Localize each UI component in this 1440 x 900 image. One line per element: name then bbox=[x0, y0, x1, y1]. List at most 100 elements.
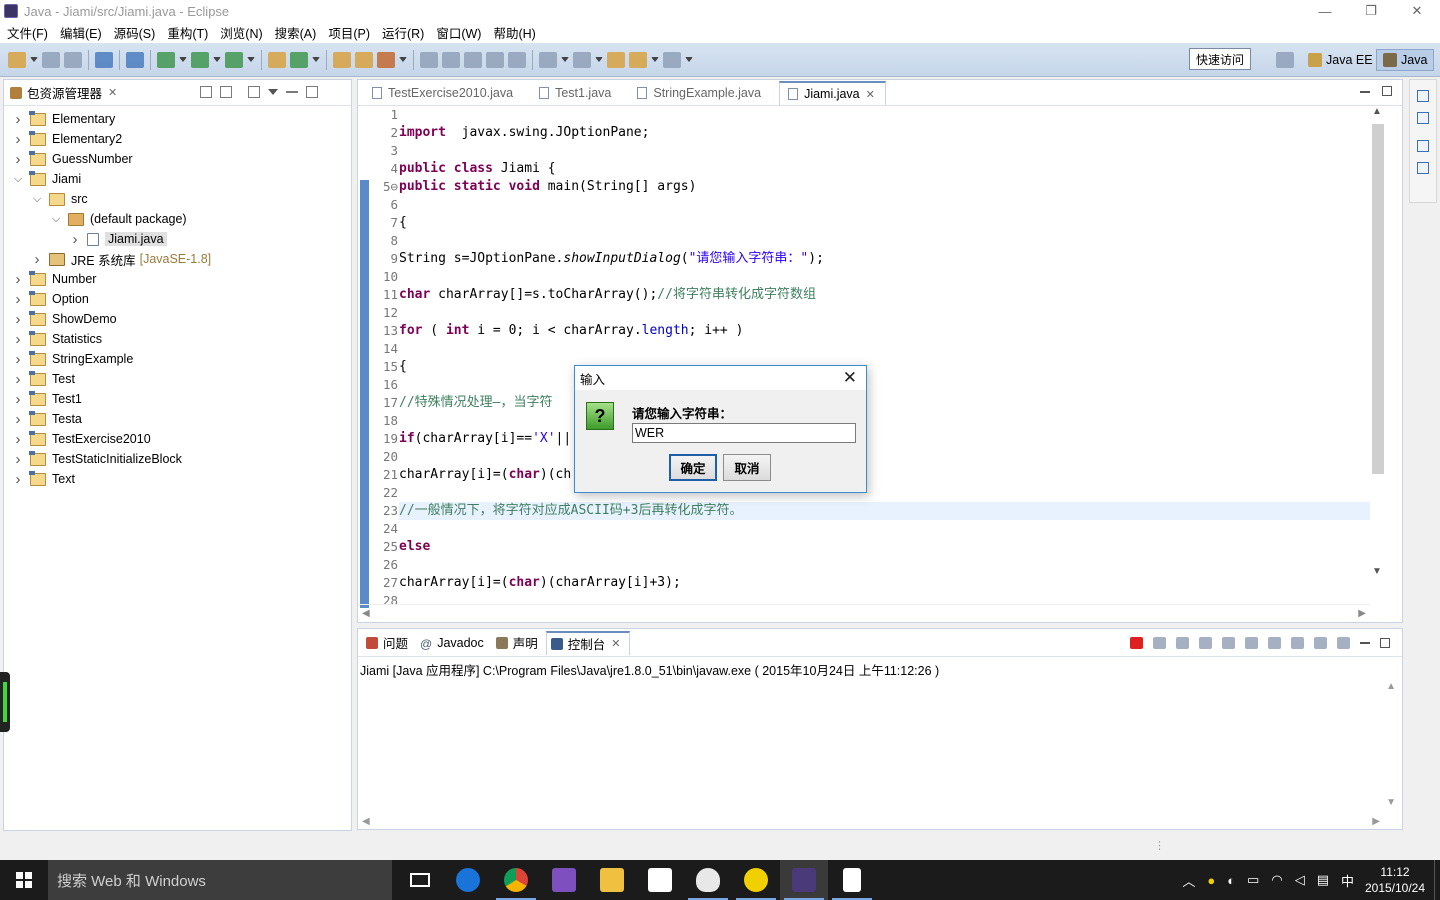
next-annotation-icon[interactable] bbox=[539, 51, 557, 68]
chevron-right-icon[interactable]: › bbox=[12, 351, 24, 368]
menu-refactor[interactable]: 重构(T) bbox=[162, 23, 215, 42]
open-type-icon[interactable] bbox=[333, 51, 351, 68]
toggle-mark-occurrences-icon[interactable] bbox=[420, 51, 438, 68]
tree-item[interactable]: › Elementary bbox=[4, 109, 351, 129]
ime-indicator[interactable]: 中 bbox=[1341, 871, 1354, 890]
menu-help[interactable]: 帮助(H) bbox=[488, 23, 542, 42]
maximize-editor-icon[interactable] bbox=[1382, 86, 1392, 96]
taskbar-app-file-explorer[interactable] bbox=[588, 860, 636, 900]
code-line[interactable]: charArray[i]=(char)(charArray[i]+3); bbox=[399, 574, 1370, 592]
show-on-stderr-icon[interactable] bbox=[1268, 637, 1281, 649]
tree-item[interactable]: › Testa bbox=[4, 409, 351, 429]
close-icon[interactable]: ✕ bbox=[108, 86, 117, 99]
restore-icon[interactable] bbox=[1417, 90, 1429, 102]
taskbar-app-edge[interactable] bbox=[444, 860, 492, 900]
chevron-right-icon[interactable]: › bbox=[12, 411, 24, 428]
menu-run[interactable]: 运行(R) bbox=[377, 23, 431, 42]
display-console-icon[interactable] bbox=[1314, 637, 1327, 649]
tab-declaration[interactable]: 声明 bbox=[492, 631, 546, 655]
tab-problems[interactable]: 问题 bbox=[362, 631, 416, 655]
code-line[interactable] bbox=[399, 520, 1370, 538]
code-line[interactable]: else bbox=[399, 538, 1370, 556]
chevron-right-icon[interactable]: › bbox=[31, 251, 43, 268]
terminate-icon[interactable] bbox=[1130, 637, 1143, 649]
remove-all-terminated-icon[interactable] bbox=[1176, 637, 1189, 649]
close-icon[interactable]: ✕ bbox=[866, 88, 875, 101]
collapse-all-icon[interactable] bbox=[200, 86, 212, 98]
new-java-project-icon[interactable] bbox=[268, 51, 286, 68]
debug-icon[interactable] bbox=[157, 51, 175, 68]
run-dropdown-icon[interactable] bbox=[213, 56, 221, 63]
volume-icon[interactable]: ◁ bbox=[1295, 872, 1305, 888]
forward-dropdown-icon[interactable] bbox=[685, 56, 693, 63]
package-explorer-tab[interactable]: 包资源管理器 ✕ bbox=[4, 80, 351, 106]
code-line[interactable] bbox=[399, 556, 1370, 574]
chevron-right-icon[interactable]: › bbox=[12, 131, 24, 148]
code-line[interactable] bbox=[399, 268, 1370, 286]
chevron-right-icon[interactable]: › bbox=[12, 371, 24, 388]
back-icon[interactable] bbox=[629, 51, 647, 68]
chevron-right-icon[interactable]: › bbox=[12, 471, 24, 488]
restore-icon[interactable] bbox=[1417, 140, 1429, 152]
code-line[interactable]: for ( int i = 0; i < charArray.length; i… bbox=[399, 322, 1370, 340]
chevron-right-icon[interactable]: › bbox=[12, 151, 24, 168]
taskbar-app-visual-studio[interactable] bbox=[540, 860, 588, 900]
editor-vertical-scrollbar[interactable]: ▲ ▼ bbox=[1370, 106, 1384, 596]
outline-icon[interactable] bbox=[1417, 162, 1429, 174]
action-center-icon[interactable]: ▤ bbox=[1317, 872, 1329, 888]
open-console-icon[interactable] bbox=[95, 51, 113, 68]
back-dropdown-icon[interactable] bbox=[651, 56, 659, 63]
open-task-icon[interactable] bbox=[355, 51, 373, 68]
code-line[interactable]: char charArray[]=s.toCharArray();//将字符串转… bbox=[399, 286, 1370, 304]
scroll-lock-icon[interactable] bbox=[1222, 637, 1235, 649]
taskbar-app-qq[interactable] bbox=[684, 860, 732, 900]
code-line[interactable] bbox=[399, 484, 1370, 502]
tree-item[interactable]: › Test1 bbox=[4, 389, 351, 409]
perspective-java[interactable]: Java bbox=[1376, 49, 1435, 71]
show-on-stdout-icon[interactable] bbox=[1245, 637, 1258, 649]
code-line[interactable]: { bbox=[399, 358, 1370, 376]
show-source-icon[interactable] bbox=[508, 51, 526, 68]
new-class-icon[interactable] bbox=[290, 51, 308, 68]
chevron-right-icon[interactable]: › bbox=[12, 291, 24, 308]
code-line[interactable] bbox=[399, 196, 1370, 214]
taskbar-app-eclipse[interactable] bbox=[780, 860, 828, 900]
code-line[interactable]: import javax.swing.JOptionPane; bbox=[399, 124, 1370, 142]
editor-tab[interactable]: StringExample.java bbox=[629, 81, 771, 105]
link-with-editor-icon[interactable] bbox=[220, 86, 232, 98]
debug-dropdown-icon[interactable] bbox=[179, 56, 187, 63]
scroll-left-icon[interactable]: ◀ bbox=[362, 608, 370, 619]
menu-window[interactable]: 窗口(W) bbox=[431, 23, 488, 42]
console-scroll-right-icon[interactable]: ▶ bbox=[1372, 816, 1380, 827]
tree-item[interactable]: › GuessNumber bbox=[4, 149, 351, 169]
new-icon[interactable] bbox=[8, 51, 26, 68]
code-lines[interactable]: import javax.swing.JOptionPane; public cl… bbox=[399, 106, 1370, 610]
tree-item[interactable]: › JRE 系统库 [JavaSE-1.8] bbox=[4, 249, 351, 269]
close-button[interactable]: ✕ bbox=[1394, 0, 1440, 22]
open-perspective-icon[interactable] bbox=[1276, 52, 1294, 68]
taskbar-app-store[interactable] bbox=[636, 860, 684, 900]
menu-edit[interactable]: 编辑(E) bbox=[55, 23, 109, 42]
editor-tab[interactable]: Test1.java bbox=[531, 81, 621, 105]
tree-item[interactable]: › Jiami.java bbox=[4, 229, 351, 249]
external-tools-dropdown-icon[interactable] bbox=[247, 56, 255, 63]
start-button[interactable] bbox=[0, 860, 48, 900]
next-annotation-dropdown-icon[interactable] bbox=[561, 56, 569, 63]
remove-launch-icon[interactable] bbox=[1153, 637, 1166, 649]
taskbar-search-box[interactable]: 搜索 Web 和 Windows bbox=[48, 860, 392, 900]
console-scroll-left-icon[interactable]: ◀ bbox=[362, 816, 370, 827]
editor-tab[interactable]: TestExercise2010.java bbox=[364, 81, 523, 105]
scroll-right-icon[interactable]: ▶ bbox=[1358, 608, 1366, 619]
code-line[interactable]: { bbox=[399, 214, 1370, 232]
save-all-icon[interactable] bbox=[64, 51, 82, 68]
minimize-button[interactable]: — bbox=[1302, 0, 1348, 22]
maximize-view-icon[interactable] bbox=[1380, 638, 1390, 648]
tree-item[interactable]: ⌵ src bbox=[4, 189, 351, 209]
code-line[interactable]: public static void main(String[] args) bbox=[399, 178, 1370, 196]
search-dropdown-icon[interactable] bbox=[399, 56, 407, 63]
tree-item[interactable]: › Elementary2 bbox=[4, 129, 351, 149]
code-line[interactable] bbox=[399, 340, 1370, 358]
tree-item[interactable]: › Statistics bbox=[4, 329, 351, 349]
scrollbar-thumb[interactable] bbox=[1372, 124, 1384, 474]
search-icon[interactable] bbox=[377, 51, 395, 68]
